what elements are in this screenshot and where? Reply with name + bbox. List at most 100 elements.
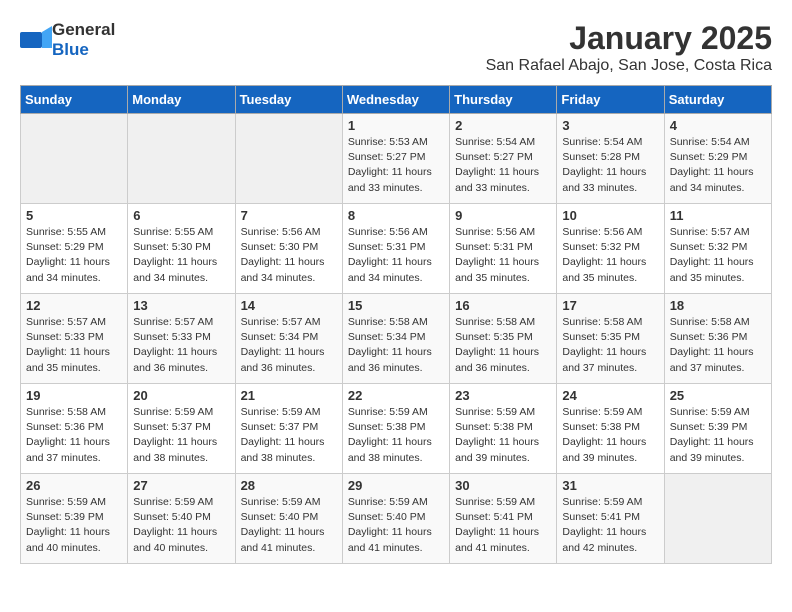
day-info: Sunrise: 5:54 AM Sunset: 5:27 PM Dayligh… (455, 135, 551, 196)
day-info: Sunrise: 5:56 AM Sunset: 5:30 PM Dayligh… (241, 225, 337, 286)
day-number: 3 (562, 118, 658, 133)
day-number: 21 (241, 388, 337, 403)
calendar-cell: 18 Sunrise: 5:58 AM Sunset: 5:36 PM Dayli… (664, 294, 771, 384)
day-info: Sunrise: 5:57 AM Sunset: 5:32 PM Dayligh… (670, 225, 766, 286)
day-header-wednesday: Wednesday (342, 86, 449, 114)
day-info: Sunrise: 5:59 AM Sunset: 5:39 PM Dayligh… (26, 495, 122, 556)
calendar-cell (664, 474, 771, 564)
day-info: Sunrise: 5:55 AM Sunset: 5:29 PM Dayligh… (26, 225, 122, 286)
day-header-sunday: Sunday (21, 86, 128, 114)
day-number: 12 (26, 298, 122, 313)
title-block: January 2025 San Rafael Abajo, San Jose,… (486, 20, 772, 75)
day-number: 11 (670, 208, 766, 223)
day-info: Sunrise: 5:58 AM Sunset: 5:34 PM Dayligh… (348, 315, 444, 376)
day-number: 20 (133, 388, 229, 403)
calendar-cell: 15 Sunrise: 5:58 AM Sunset: 5:34 PM Dayli… (342, 294, 449, 384)
day-number: 15 (348, 298, 444, 313)
calendar-cell: 27 Sunrise: 5:59 AM Sunset: 5:40 PM Dayli… (128, 474, 235, 564)
day-number: 9 (455, 208, 551, 223)
day-number: 7 (241, 208, 337, 223)
day-info: Sunrise: 5:59 AM Sunset: 5:41 PM Dayligh… (562, 495, 658, 556)
week-row-2: 5Sunrise: 5:55 AM Sunset: 5:29 PM Daylig… (21, 204, 772, 294)
day-number: 27 (133, 478, 229, 493)
day-info: Sunrise: 5:55 AM Sunset: 5:30 PM Dayligh… (133, 225, 229, 286)
day-number: 17 (562, 298, 658, 313)
month-title: January 2025 (486, 20, 772, 57)
day-info: Sunrise: 5:58 AM Sunset: 5:36 PM Dayligh… (26, 405, 122, 466)
calendar-cell: 31 Sunrise: 5:59 AM Sunset: 5:41 PM Dayli… (557, 474, 664, 564)
day-number: 13 (133, 298, 229, 313)
day-info: Sunrise: 5:58 AM Sunset: 5:35 PM Dayligh… (562, 315, 658, 376)
day-number: 4 (670, 118, 766, 133)
calendar-cell: 11 Sunrise: 5:57 AM Sunset: 5:32 PM Dayli… (664, 204, 771, 294)
day-header-saturday: Saturday (664, 86, 771, 114)
calendar-cell: 4 Sunrise: 5:54 AM Sunset: 5:29 PM Daylig… (664, 114, 771, 204)
day-number: 6 (133, 208, 229, 223)
day-info: Sunrise: 5:59 AM Sunset: 5:39 PM Dayligh… (670, 405, 766, 466)
day-info: Sunrise: 5:59 AM Sunset: 5:40 PM Dayligh… (133, 495, 229, 556)
calendar-cell (235, 114, 342, 204)
calendar-cell: 14 Sunrise: 5:57 AM Sunset: 5:34 PM Dayli… (235, 294, 342, 384)
calendar-cell: 25 Sunrise: 5:59 AM Sunset: 5:39 PM Dayli… (664, 384, 771, 474)
day-info: Sunrise: 5:56 AM Sunset: 5:31 PM Dayligh… (348, 225, 444, 286)
day-number: 25 (670, 388, 766, 403)
calendar-cell: 19 Sunrise: 5:58 AM Sunset: 5:36 PM Dayli… (21, 384, 128, 474)
day-number: 2 (455, 118, 551, 133)
calendar-cell: 16 Sunrise: 5:58 AM Sunset: 5:35 PM Dayli… (450, 294, 557, 384)
logo-text-general: General (52, 20, 115, 39)
day-number: 22 (348, 388, 444, 403)
day-info: Sunrise: 5:54 AM Sunset: 5:29 PM Dayligh… (670, 135, 766, 196)
calendar-cell: 6 Sunrise: 5:55 AM Sunset: 5:30 PM Daylig… (128, 204, 235, 294)
calendar-cell (128, 114, 235, 204)
day-number: 29 (348, 478, 444, 493)
day-number: 24 (562, 388, 658, 403)
day-header-thursday: Thursday (450, 86, 557, 114)
day-info: Sunrise: 5:57 AM Sunset: 5:34 PM Dayligh… (241, 315, 337, 376)
logo-text-blue: Blue (52, 40, 89, 59)
day-number: 31 (562, 478, 658, 493)
week-row-1: 1Sunrise: 5:53 AM Sunset: 5:27 PM Daylig… (21, 114, 772, 204)
day-number: 18 (670, 298, 766, 313)
day-info: Sunrise: 5:59 AM Sunset: 5:38 PM Dayligh… (562, 405, 658, 466)
calendar-cell: 22 Sunrise: 5:59 AM Sunset: 5:38 PM Dayli… (342, 384, 449, 474)
day-info: Sunrise: 5:58 AM Sunset: 5:36 PM Dayligh… (670, 315, 766, 376)
calendar-cell: 13Sunrise: 5:57 AM Sunset: 5:33 PM Dayli… (128, 294, 235, 384)
calendar-table: SundayMondayTuesdayWednesdayThursdayFrid… (20, 85, 772, 564)
day-info: Sunrise: 5:58 AM Sunset: 5:35 PM Dayligh… (455, 315, 551, 376)
calendar-cell: 28 Sunrise: 5:59 AM Sunset: 5:40 PM Dayli… (235, 474, 342, 564)
day-info: Sunrise: 5:59 AM Sunset: 5:38 PM Dayligh… (348, 405, 444, 466)
calendar-cell: 12 Sunrise: 5:57 AM Sunset: 5:33 PM Dayli… (21, 294, 128, 384)
day-number: 19 (26, 388, 122, 403)
calendar-cell: 8Sunrise: 5:56 AM Sunset: 5:31 PM Daylig… (342, 204, 449, 294)
day-number: 26 (26, 478, 122, 493)
day-number: 14 (241, 298, 337, 313)
calendar-cell: 30Sunrise: 5:59 AM Sunset: 5:41 PM Dayli… (450, 474, 557, 564)
calendar-cell: 2 Sunrise: 5:54 AM Sunset: 5:27 PM Daylig… (450, 114, 557, 204)
day-info: Sunrise: 5:53 AM Sunset: 5:27 PM Dayligh… (348, 135, 444, 196)
day-info: Sunrise: 5:59 AM Sunset: 5:37 PM Dayligh… (133, 405, 229, 466)
calendar-cell: 29 Sunrise: 5:59 AM Sunset: 5:40 PM Dayli… (342, 474, 449, 564)
day-number: 30 (455, 478, 551, 493)
day-info: Sunrise: 5:59 AM Sunset: 5:40 PM Dayligh… (241, 495, 337, 556)
calendar-cell: 1Sunrise: 5:53 AM Sunset: 5:27 PM Daylig… (342, 114, 449, 204)
day-info: Sunrise: 5:56 AM Sunset: 5:32 PM Dayligh… (562, 225, 658, 286)
day-header-tuesday: Tuesday (235, 86, 342, 114)
week-row-4: 19 Sunrise: 5:58 AM Sunset: 5:36 PM Dayli… (21, 384, 772, 474)
day-number: 28 (241, 478, 337, 493)
calendar-cell: 10Sunrise: 5:56 AM Sunset: 5:32 PM Dayli… (557, 204, 664, 294)
day-info: Sunrise: 5:59 AM Sunset: 5:40 PM Dayligh… (348, 495, 444, 556)
calendar-cell: 20 Sunrise: 5:59 AM Sunset: 5:37 PM Dayli… (128, 384, 235, 474)
week-row-5: 26 Sunrise: 5:59 AM Sunset: 5:39 PM Dayli… (21, 474, 772, 564)
logo-icon (20, 24, 52, 56)
calendar-cell: 5Sunrise: 5:55 AM Sunset: 5:29 PM Daylig… (21, 204, 128, 294)
calendar-cell: 17 Sunrise: 5:58 AM Sunset: 5:35 PM Dayli… (557, 294, 664, 384)
page-header: General Blue January 2025 San Rafael Aba… (20, 20, 772, 75)
subtitle: San Rafael Abajo, San Jose, Costa Rica (486, 57, 772, 75)
calendar-cell: 24 Sunrise: 5:59 AM Sunset: 5:38 PM Dayli… (557, 384, 664, 474)
day-info: Sunrise: 5:59 AM Sunset: 5:38 PM Dayligh… (455, 405, 551, 466)
day-info: Sunrise: 5:54 AM Sunset: 5:28 PM Dayligh… (562, 135, 658, 196)
calendar-cell: 9Sunrise: 5:56 AM Sunset: 5:31 PM Daylig… (450, 204, 557, 294)
logo: General Blue (20, 20, 115, 60)
day-number: 16 (455, 298, 551, 313)
day-info: Sunrise: 5:57 AM Sunset: 5:33 PM Dayligh… (26, 315, 122, 376)
